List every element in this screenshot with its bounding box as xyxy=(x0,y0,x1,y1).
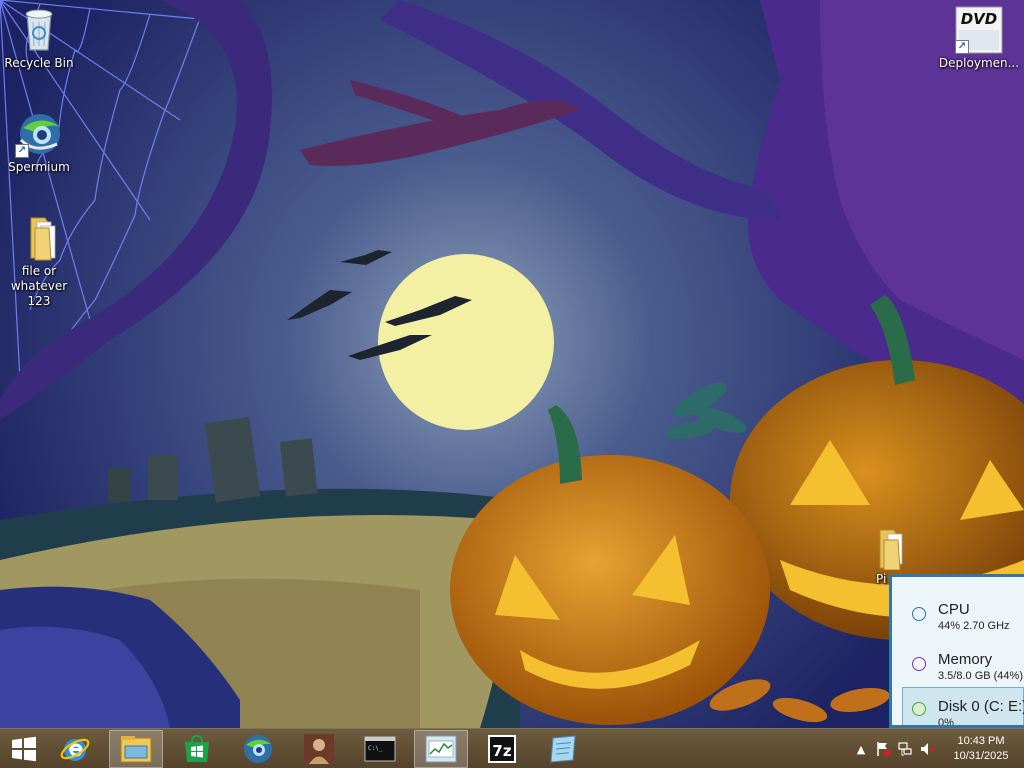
chevron-up-icon: ▲ xyxy=(856,742,866,756)
command-prompt-icon: C:\_ xyxy=(364,736,396,761)
taskbar-windows-store[interactable] xyxy=(170,730,224,768)
dvd-icon: DVD ↗ xyxy=(955,6,1003,54)
windows-store-icon xyxy=(185,734,209,762)
taskbar-photo-app[interactable] xyxy=(292,730,346,768)
globe-app-icon: ↗ xyxy=(15,110,63,158)
start-button[interactable] xyxy=(0,729,48,768)
shortcut-arrow-icon: ↗ xyxy=(955,40,969,54)
cpu-indicator-icon xyxy=(912,607,926,621)
taskbar-globe-app[interactable] xyxy=(231,730,285,768)
perf-item-title: Memory xyxy=(938,651,993,668)
volume-muted-icon xyxy=(921,743,935,755)
taskbar-internet-explorer[interactable] xyxy=(48,730,102,768)
network-icon xyxy=(898,742,912,756)
globe-app-icon xyxy=(244,734,272,763)
desktop-icon-label: Recycle Bin xyxy=(4,56,74,70)
desktop-wallpaper xyxy=(0,0,1024,728)
flag-icon xyxy=(877,742,891,757)
performance-panel: CPU 44% 2.70 GHz Memory 3.5/8.0 GB (44%)… xyxy=(889,574,1024,728)
desktop-icon-recycle-bin[interactable]: Recycle Bin xyxy=(0,6,78,71)
taskbar-notepad[interactable] xyxy=(536,730,590,768)
desktop-icon-folder[interactable]: file or whatever 123 xyxy=(0,214,78,309)
folder-icon xyxy=(874,528,910,571)
perf-item-cpu[interactable]: CPU 44% 2.70 GHz xyxy=(892,587,1024,637)
notepad-icon xyxy=(550,734,576,763)
perf-item-value: 0% xyxy=(938,717,954,728)
taskbar-7zip[interactable]: 7z xyxy=(475,730,529,768)
perf-item-value: 3.5/8.0 GB (44%) xyxy=(938,670,1023,682)
desktop-icon-label: Deploymen... xyxy=(938,56,1020,70)
folder-icon xyxy=(15,214,63,262)
7zip-icon: 7z xyxy=(488,734,516,763)
perf-item-memory[interactable]: Memory 3.5/8.0 GB (44%) xyxy=(892,637,1024,687)
taskbar-command-prompt[interactable]: C:\_ xyxy=(353,730,407,768)
disk-indicator-icon xyxy=(912,702,926,716)
taskbar-task-manager[interactable] xyxy=(414,729,468,768)
photo-app-icon xyxy=(304,733,334,764)
taskbar-file-explorer[interactable] xyxy=(109,729,163,768)
windows-logo-icon xyxy=(12,736,36,761)
clock-time: 10:43 PM xyxy=(957,735,1005,747)
desktop-icon-label: Pi xyxy=(876,572,887,586)
perf-item-value: 44% 2.70 GHz xyxy=(938,620,1010,632)
shortcut-arrow-icon: ↗ xyxy=(15,144,29,158)
desktop-icon-spermium[interactable]: ↗ Spermium xyxy=(0,110,78,175)
perf-item-disk[interactable]: Disk 0 (C: E:) 0% xyxy=(902,687,1024,728)
svg-text:7z: 7z xyxy=(492,742,511,760)
desktop-icon-label: file or whatever 123 xyxy=(10,264,68,308)
desktop-icon-deployment[interactable]: DVD ↗ Deploymen... xyxy=(936,6,1022,71)
svg-text:DVD: DVD xyxy=(961,10,998,28)
file-explorer-icon xyxy=(120,735,152,762)
perf-item-title: CPU xyxy=(938,601,970,618)
clock-date: 10/31/2025 xyxy=(953,750,1009,762)
taskbar: C:\_ 7z ▲ 10:43 PM 10/31/2025 xyxy=(0,728,1024,768)
perf-item-title: Disk 0 (C: E:) xyxy=(938,698,1024,715)
memory-indicator-icon xyxy=(912,657,926,671)
volume-tray-icon[interactable] xyxy=(916,729,938,768)
action-center-flag-icon[interactable] xyxy=(872,729,894,768)
svg-text:C:\_: C:\_ xyxy=(368,745,383,752)
desktop-icon-label: Spermium xyxy=(8,160,70,174)
task-manager-icon xyxy=(425,735,457,762)
internet-explorer-icon xyxy=(60,738,90,761)
recycle-bin-icon xyxy=(15,6,63,54)
network-tray-icon[interactable] xyxy=(894,729,916,768)
taskbar-clock[interactable]: 10:43 PM 10/31/2025 xyxy=(938,734,1024,764)
show-hidden-icons-button[interactable]: ▲ xyxy=(850,729,872,768)
system-tray: ▲ 10:43 PM 10/31/2025 xyxy=(850,729,1024,768)
